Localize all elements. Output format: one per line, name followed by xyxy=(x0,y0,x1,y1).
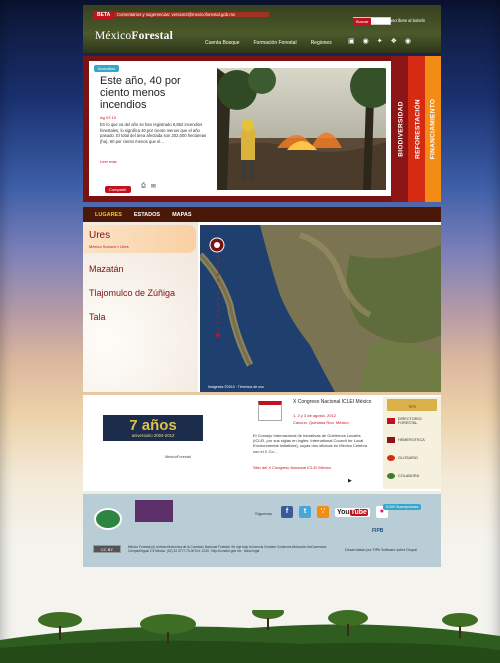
site-header: BETA Comentarios y sugerencias: version3… xyxy=(83,5,441,53)
event-title[interactable]: X Congreso Nacional ICLEI México xyxy=(293,399,378,405)
tab-lugares[interactable]: LUGARES xyxy=(95,212,122,218)
resource-hemeroteca[interactable]: HEMEROTECA xyxy=(387,437,425,443)
twitter-icon[interactable]: t xyxy=(299,506,311,518)
featured-photo[interactable] xyxy=(217,68,386,190)
featured-date: Ag 03 10 xyxy=(100,115,117,120)
developer-credit: Desarrollado por FIPb Software sobre Dru… xyxy=(345,548,417,552)
glossary-icon xyxy=(387,455,395,461)
places-tabbar: LUGARES ESTADOS MAPAS xyxy=(83,207,441,222)
read-more-link[interactable]: Leer más xyxy=(100,159,117,164)
facebook-icon[interactable]: f xyxy=(281,506,293,518)
conafor-logo[interactable] xyxy=(94,508,122,530)
semarnat-logo[interactable] xyxy=(135,500,173,522)
camera-icon[interactable]: ◉ xyxy=(363,38,369,46)
event-place: Cancún, Quintana Roo, México xyxy=(293,420,349,425)
email-icon[interactable]: ✉ xyxy=(151,183,156,190)
selected-place[interactable]: Ures México Sonora » Ures xyxy=(83,225,196,253)
share-button[interactable]: Compartir xyxy=(105,186,131,193)
satellite-map[interactable]: Imágenes ©2010 · Términos de uso xyxy=(200,225,441,392)
site-logo[interactable]: MéxicoForestal xyxy=(95,30,173,42)
subscriptions-badge[interactable]: 5,000 Suscripciones xyxy=(383,504,422,510)
site-footer: Síguenos f t ∵ YouTube ● 5,000 Suscripci… xyxy=(83,494,441,567)
resource-glosario[interactable]: GLOSARIO xyxy=(387,455,418,461)
newspaper-icon xyxy=(387,437,395,443)
anniversary-text: aniversario 2004-2012 xyxy=(131,433,175,438)
media-toolbar: ▣ ◉ ✦ ❖ ◉ xyxy=(348,38,411,46)
anniversary-banner[interactable]: 7 años aniversario 2004-2012 xyxy=(103,415,203,441)
video-icon[interactable]: ▣ xyxy=(348,38,355,46)
social-links: f t ∵ YouTube ● xyxy=(281,506,388,518)
rss-icon[interactable]: ◉ xyxy=(405,38,411,46)
follow-label: Síguenos xyxy=(255,511,272,516)
places-list: Ures México Sonora » Ures Mazatán Tlajom… xyxy=(83,222,198,392)
selected-place-name: Ures xyxy=(89,230,111,241)
tab-mapas[interactable]: MAPAS xyxy=(172,212,191,218)
featured-title[interactable]: Este año, 40 por ciento menos incendios xyxy=(100,75,210,111)
search-button[interactable]: Buscar xyxy=(353,18,372,25)
resource-colabora[interactable]: COLABORA xyxy=(387,473,419,479)
places-panel: Ures México Sonora » Ures Mazatán Tlajom… xyxy=(83,222,441,392)
resources-sidebar: TIPS DIRECTORIO FORESTAL HEMEROTECA GLOS… xyxy=(383,397,441,489)
creative-commons-badge[interactable]: CC BY xyxy=(93,545,121,553)
resources-header: TIPS xyxy=(387,399,437,411)
fipb-logo[interactable]: FIPB xyxy=(372,528,383,534)
event-date: 1, 2 y 3 de agosto, 2012 xyxy=(293,413,336,418)
category-tag[interactable]: Incendios xyxy=(94,65,120,72)
next-arrow-icon[interactable]: ▶ xyxy=(348,478,352,484)
tree-icon xyxy=(387,473,395,479)
podcast-icon[interactable]: ✦ xyxy=(377,38,383,46)
event-body: El Consejo Internacional de Iniciativas … xyxy=(253,433,368,454)
events-section: 7 años aniversario 2004-2012 MéxicoFores… xyxy=(83,395,441,491)
tab-estados[interactable]: ESTADOS xyxy=(134,212,160,218)
featured-card: Incendios Este año, 40 por ciento menos … xyxy=(89,61,391,196)
place-item[interactable]: Mazatán xyxy=(89,264,124,274)
place-item[interactable]: Tala xyxy=(89,312,106,322)
featured-summary: En lo que va del año se han registrado 6… xyxy=(100,122,207,144)
rss-icon[interactable]: ∵ xyxy=(317,506,329,518)
print-icon[interactable]: ⎙ xyxy=(141,183,146,190)
nav-item-formacion-forestal[interactable]: Formación Forestal xyxy=(253,40,296,46)
calendar-icon xyxy=(258,401,282,421)
anniversary-number: 7 años xyxy=(129,417,177,434)
landscape-illustration xyxy=(0,610,500,663)
directory-icon xyxy=(387,418,395,424)
event-link[interactable]: Sitio del X Congreso Nacional ICLEI Méxi… xyxy=(253,465,331,470)
map-attribution: Imágenes ©2010 · Términos de uso xyxy=(208,385,264,389)
main-nav: Cuenta Bosque Formación Forestal Regione… xyxy=(205,40,332,46)
legal-text: México Forestal (e) revista electrónica … xyxy=(128,545,327,553)
gallery-icon[interactable]: ❖ xyxy=(391,38,397,46)
selected-place-breadcrumb[interactable]: México Sonora » Ures xyxy=(89,244,129,249)
anniversary-logo: MéxicoForestal xyxy=(165,455,191,459)
resource-directorio[interactable]: DIRECTORIO FORESTAL xyxy=(387,417,441,425)
place-item[interactable]: Tlajomulco de Zúñiga xyxy=(89,288,175,298)
featured-story: Incendios Este año, 40 por ciento menos … xyxy=(83,56,441,202)
newsletter-link[interactable]: Suscríbete al boletín xyxy=(387,18,425,23)
nav-item-regiones[interactable]: Regiones xyxy=(311,40,332,46)
tab-financiamiento[interactable]: FINANCIAMIENTO xyxy=(425,56,441,202)
site-container: BETA Comentarios y sugerencias: version3… xyxy=(83,5,441,567)
share-icons: ⎙ ✉ xyxy=(141,183,156,190)
youtube-icon[interactable]: YouTube xyxy=(335,507,370,517)
nav-item-cuenta-bosque[interactable]: Cuenta Bosque xyxy=(205,40,239,46)
beta-feedback-link[interactable]: Comentarios y sugerencias: version3@mexi… xyxy=(114,12,269,17)
beta-badge: BETA xyxy=(94,11,114,19)
